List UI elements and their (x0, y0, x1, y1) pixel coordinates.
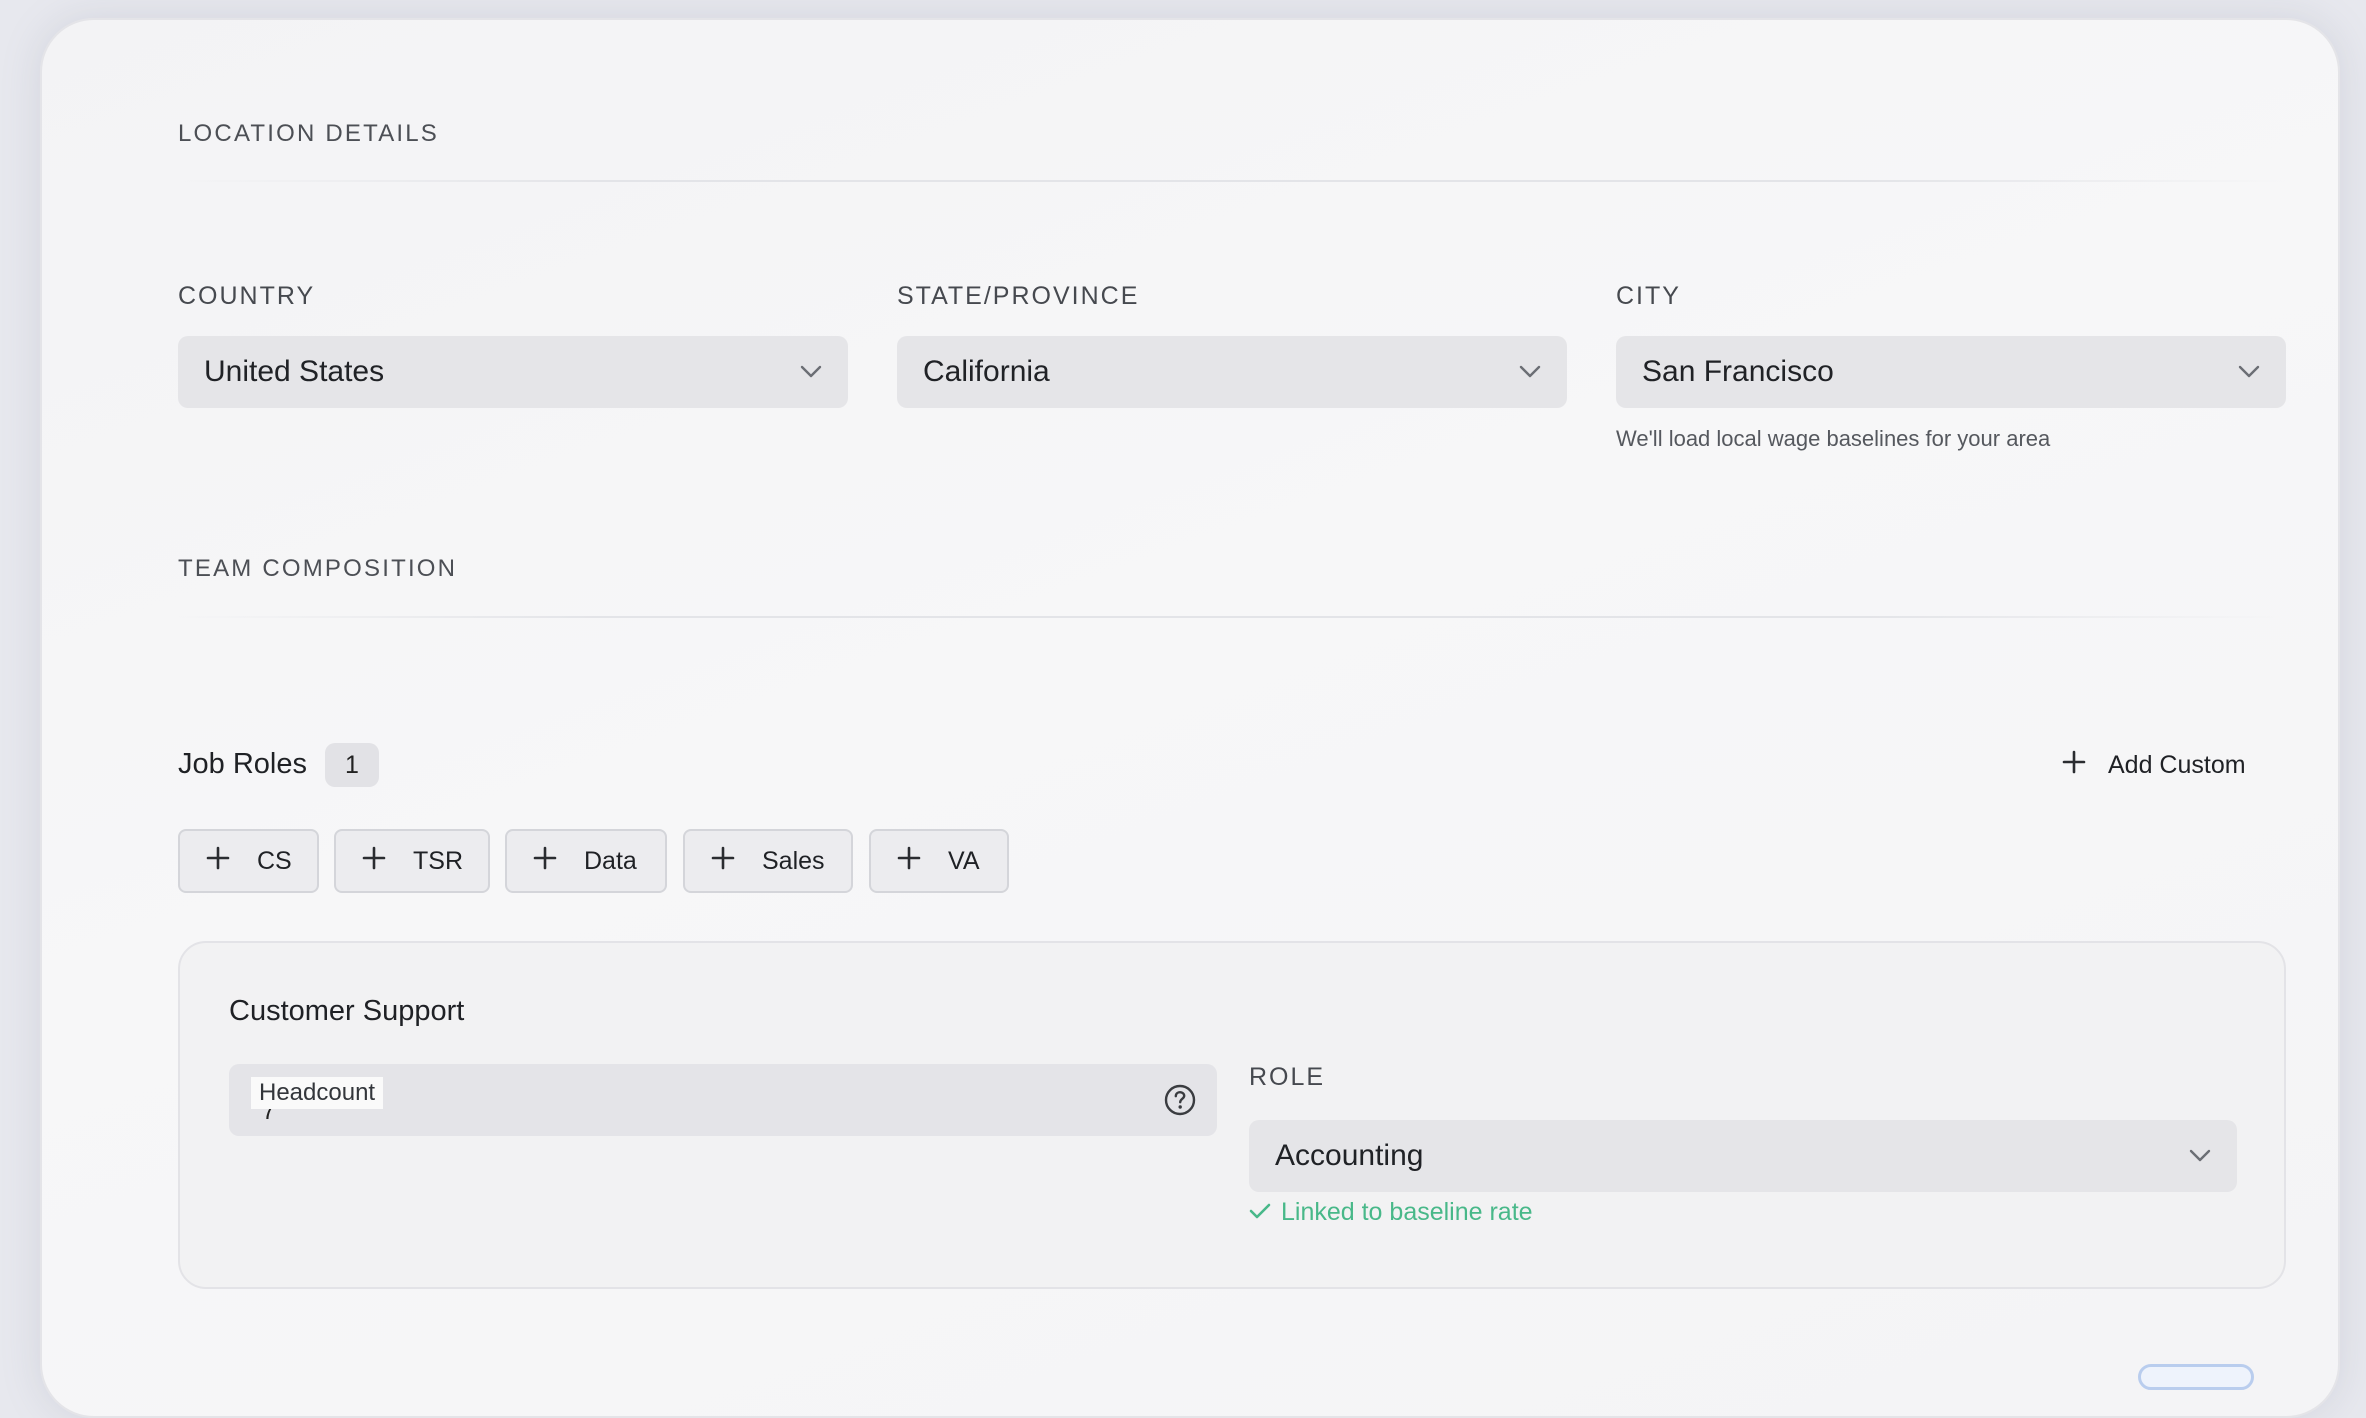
chip-label: TSR (413, 846, 463, 875)
country-select[interactable]: United States (178, 336, 848, 408)
state-value: California (923, 355, 1050, 388)
linked-status: Linked to baseline rate (1249, 1198, 1533, 1227)
plus-icon (206, 846, 230, 877)
role-select[interactable]: Accounting (1249, 1120, 2237, 1192)
country-value: United States (204, 355, 385, 388)
add-custom-button[interactable]: Add Custom (2062, 742, 2246, 788)
location-divider (178, 180, 2286, 182)
role-card-title: Customer Support (229, 995, 465, 1027)
check-icon (1249, 1198, 1271, 1227)
plus-icon (362, 846, 386, 877)
chip-label: Sales (762, 846, 825, 875)
chip-label: CS (257, 846, 292, 875)
state-select[interactable]: California (897, 336, 1567, 408)
chip-label: Data (584, 846, 637, 875)
chevron-down-icon (2189, 1149, 2211, 1163)
state-label: STATE/PROVINCE (897, 282, 1140, 310)
job-roles-title: Job Roles (178, 748, 307, 780)
role-value: Accounting (1275, 1139, 1424, 1172)
chevron-down-icon (1519, 365, 1541, 379)
city-select[interactable]: San Francisco (1616, 336, 2286, 408)
plus-icon (711, 846, 735, 877)
chip-sales[interactable]: Sales (683, 829, 853, 893)
headcount-input[interactable]: 7 Headcount (229, 1064, 1217, 1136)
role-card: Customer Support 7 Headcount ROLE Accoun… (178, 941, 2286, 1289)
chip-va[interactable]: VA (869, 829, 1009, 893)
city-helper-text: We'll load local wage baselines for your… (1616, 426, 2051, 451)
chip-cs[interactable]: CS (178, 829, 319, 893)
chip-data[interactable]: Data (505, 829, 667, 893)
chevron-down-icon (2238, 365, 2260, 379)
chip-tsr[interactable]: TSR (334, 829, 490, 893)
role-label: ROLE (1249, 1063, 1326, 1091)
plus-icon (533, 846, 557, 877)
team-section-title: TEAM COMPOSITION (178, 555, 458, 582)
form-card: LOCATION DETAILS COUNTRY United States S… (40, 18, 2340, 1418)
chip-label: VA (948, 846, 980, 875)
plus-icon (2062, 750, 2086, 781)
city-label: CITY (1616, 282, 1681, 310)
add-custom-label: Add Custom (2108, 750, 2246, 779)
job-roles-count-badge: 1 (325, 743, 379, 787)
plus-icon (897, 846, 921, 877)
country-label: COUNTRY (178, 282, 316, 310)
help-icon[interactable] (1163, 1083, 1197, 1117)
chevron-down-icon (800, 365, 822, 379)
location-section-title: LOCATION DETAILS (178, 120, 440, 147)
linked-status-text: Linked to baseline rate (1281, 1198, 1533, 1226)
city-value: San Francisco (1642, 355, 1834, 388)
headcount-label: Headcount (251, 1077, 384, 1109)
team-divider (178, 616, 2286, 618)
